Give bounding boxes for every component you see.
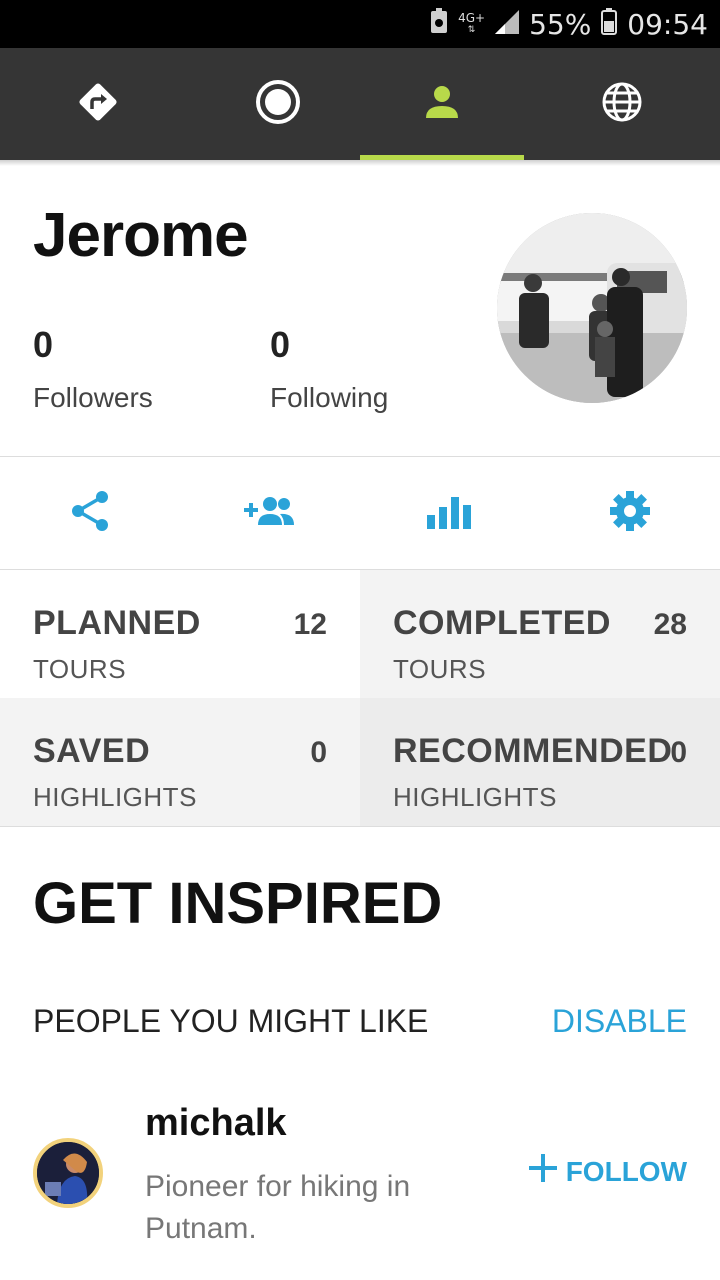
plus-icon — [528, 1153, 558, 1190]
recommended-highlights-cell[interactable]: RECOMMENDED 0 HIGHLIGHTS — [360, 698, 720, 826]
completed-tours-cell[interactable]: COMPLETED 28 TOURS — [360, 570, 720, 698]
profile-icon — [422, 82, 462, 127]
settings-icon — [609, 490, 651, 537]
disable-button[interactable]: DISABLE — [552, 1003, 687, 1040]
profile-name: Jerome — [33, 201, 249, 270]
completed-subtitle: TOURS — [393, 654, 487, 684]
share-button[interactable] — [0, 457, 180, 569]
globe-icon — [601, 81, 643, 128]
completed-title: COMPLETED — [393, 604, 611, 642]
planned-title: PLANNED — [33, 604, 201, 642]
record-icon — [255, 79, 301, 130]
follow-label: FOLLOW — [565, 1155, 687, 1187]
follow-button[interactable]: FOLLOW — [528, 1153, 687, 1190]
tab-record[interactable] — [196, 48, 360, 160]
followers-label: Followers — [33, 382, 153, 413]
planned-count: 12 — [293, 608, 327, 641]
saved-subtitle: HIGHLIGHTS — [33, 782, 197, 812]
following-stat[interactable]: 0 Following — [270, 324, 388, 414]
suggested-user-avatar[interactable] — [33, 1138, 103, 1208]
add-friends-icon — [244, 495, 296, 532]
battery-icon — [601, 7, 618, 42]
saved-highlights-cell[interactable]: SAVED 0 HIGHLIGHTS — [0, 698, 360, 826]
battery-percent: 55% — [529, 7, 592, 41]
share-icon — [70, 490, 110, 537]
suggested-user-bio: Pioneer for hiking in Putnam. — [145, 1170, 411, 1245]
followers-count: 0 — [33, 324, 54, 365]
completed-count: 28 — [653, 608, 687, 641]
network-type-icon: 4G+ ⇅ — [458, 11, 486, 35]
status-time: 09:54 — [627, 7, 708, 41]
recommended-title: RECOMMENDED — [393, 732, 673, 770]
add-friends-button[interactable] — [180, 457, 360, 569]
profile-actions — [0, 457, 720, 569]
tab-route-planner[interactable] — [0, 48, 196, 160]
status-bar-right: 4G+ ⇅ 55% 09:54 — [430, 0, 708, 48]
recycle-battery-icon — [430, 7, 448, 41]
signal-icon — [495, 8, 520, 41]
suggested-user-name[interactable]: michalk — [145, 1102, 287, 1145]
followers-stat[interactable]: 0 Followers — [33, 324, 153, 414]
profile-header: Jerome 0 Followers 0 Following — [0, 166, 720, 456]
divider — [0, 826, 720, 827]
settings-button[interactable] — [540, 457, 720, 569]
planned-subtitle: TOURS — [33, 654, 127, 684]
statistics-icon — [427, 493, 473, 534]
following-label: Following — [270, 382, 389, 413]
profile-avatar[interactable] — [497, 213, 687, 403]
top-navigation — [0, 48, 720, 160]
section-title: GET INSPIRED — [33, 871, 443, 936]
saved-title: SAVED — [33, 732, 151, 770]
recommended-count: 0 — [670, 736, 687, 769]
directions-icon — [76, 80, 120, 129]
status-bar: 4G+ ⇅ 55% 09:54 — [0, 0, 720, 48]
tour-stats-grid: PLANNED 12 TOURS COMPLETED 28 TOURS SAVE… — [0, 570, 720, 826]
statistics-button[interactable] — [360, 457, 540, 569]
planned-tours-cell[interactable]: PLANNED 12 TOURS — [0, 570, 360, 698]
tab-profile[interactable] — [360, 48, 524, 160]
following-count: 0 — [270, 324, 291, 365]
people-you-might-like-label: PEOPLE YOU MIGHT LIKE — [33, 1003, 429, 1039]
saved-count: 0 — [310, 736, 327, 769]
tab-discover[interactable] — [524, 48, 720, 160]
recommended-subtitle: HIGHLIGHTS — [393, 782, 557, 812]
network-type-label: 4G+ — [458, 11, 486, 25]
